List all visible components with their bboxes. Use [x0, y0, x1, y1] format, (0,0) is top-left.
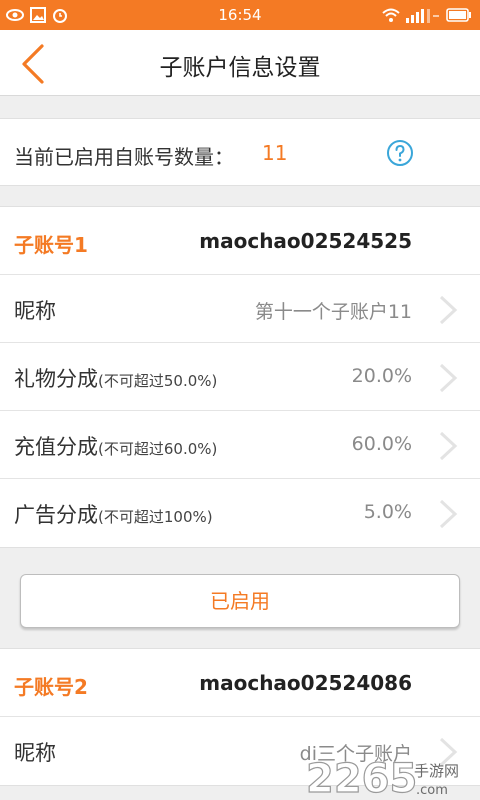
ad-share-label: 广告分成(不可超过100%): [14, 503, 213, 527]
nickname-value: 第十一个子账户11: [254, 301, 412, 323]
svg-text:.com: .com: [416, 783, 448, 798]
sub-account-id: maochao02524086: [199, 671, 412, 695]
chevron-right-icon: [439, 499, 458, 529]
sub-account-header: 子账号2 maochao02524086: [0, 649, 480, 717]
wifi-icon: [382, 8, 400, 22]
enabled-button[interactable]: 已启用: [20, 574, 460, 628]
recharge-share-row[interactable]: 充值分成(不可超过60.0%) 60.0%: [0, 411, 480, 479]
question-circle-icon[interactable]: [386, 139, 414, 167]
recharge-share-label: 充值分成(不可超过60.0%): [14, 435, 218, 459]
enabled-count-row: 当前已启用自账号数量： 11: [0, 118, 480, 186]
sub-account-id: maochao02524525: [199, 229, 412, 253]
ad-share-row[interactable]: 广告分成(不可超过100%) 5.0%: [0, 479, 480, 547]
sub-account-header: 子账号1 maochao02524525: [0, 207, 480, 275]
nickname-row[interactable]: 昵称 第十一个子账户11: [0, 275, 480, 343]
chevron-right-icon: [439, 363, 458, 393]
signal-icon: [406, 9, 439, 23]
svg-text:2265: 2265: [306, 756, 417, 798]
page-title: 子账户信息设置: [159, 55, 321, 81]
chevron-right-icon: [439, 295, 458, 325]
gift-share-label: 礼物分成(不可超过50.0%): [14, 367, 218, 391]
gift-share-value: 20.0%: [351, 365, 412, 387]
nickname-label: 昵称: [14, 741, 56, 765]
status-bar: 16:54: [0, 0, 480, 30]
sub-account-name: 子账号1: [14, 233, 88, 257]
status-right-icons: [382, 7, 472, 23]
enabled-count-value: 11: [262, 141, 288, 165]
enabled-count-label: 当前已启用自账号数量：: [14, 145, 234, 169]
watermark-logo: 2265 手游网 .com: [305, 755, 459, 798]
chevron-right-icon: [439, 431, 458, 461]
sub-account-name: 子账号2: [14, 675, 88, 699]
battery-icon: [446, 8, 471, 22]
ad-share-hint: (不可超过100%): [98, 508, 213, 526]
gift-share-row[interactable]: 礼物分成(不可超过50.0%) 20.0%: [0, 343, 480, 411]
ad-share-value: 5.0%: [363, 501, 412, 523]
nickname-label: 昵称: [14, 299, 56, 323]
recharge-share-value: 60.0%: [351, 433, 412, 455]
sub-account-card-1: 子账号1 maochao02524525 昵称 第十一个子账户11 礼物分成(不…: [0, 206, 480, 548]
app-header: 子账户信息设置: [0, 30, 480, 96]
recharge-share-hint: (不可超过60.0%): [98, 440, 218, 458]
svg-text:手游网: 手游网: [414, 762, 459, 780]
gift-share-hint: (不可超过50.0%): [98, 372, 218, 390]
